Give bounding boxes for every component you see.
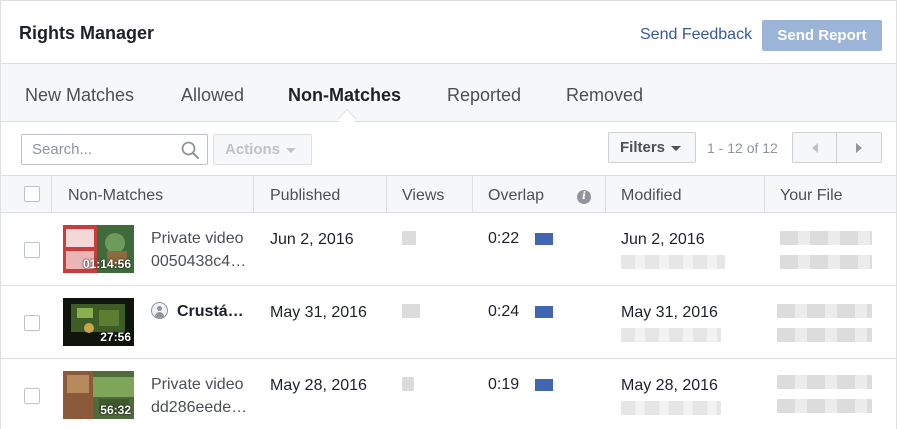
- column-header-your-file[interactable]: Your File: [780, 176, 843, 212]
- row-checkbox[interactable]: [24, 315, 40, 331]
- page-title: Rights Manager: [19, 23, 155, 43]
- modified-date: May 31, 2016: [621, 304, 718, 321]
- your-file-blurred: [780, 255, 872, 269]
- overlap-duration: 0:24: [488, 303, 520, 320]
- modified-by-blurred: [621, 328, 721, 342]
- table-header: Non-Matches Published Views Overlap i Mo…: [1, 175, 896, 213]
- views-count-blurred: [402, 377, 414, 391]
- views-count-blurred: [402, 304, 420, 318]
- select-all-checkbox[interactable]: [24, 186, 40, 202]
- your-file-blurred: [777, 375, 872, 389]
- published-date: May 31, 2016: [270, 304, 367, 321]
- search-input[interactable]: [22, 135, 172, 164]
- video-title[interactable]: Private video: [151, 230, 244, 248]
- actions-label: Actions: [225, 141, 281, 158]
- chevron-left-icon: [811, 142, 818, 153]
- overlap-bar: [535, 379, 553, 391]
- column-header-views[interactable]: Views: [402, 176, 444, 212]
- filters-dropdown[interactable]: Filters: [608, 132, 696, 163]
- rights-manager-panel: Rights Manager Send Feedback Send Report…: [0, 0, 897, 429]
- caret-down-icon: [671, 145, 682, 151]
- column-divider: [764, 176, 765, 212]
- your-file-blurred: [777, 304, 872, 318]
- video-thumbnail[interactable]: 56:32: [63, 371, 134, 419]
- toolbar: Actions Filters 1 - 12 of 12: [1, 123, 896, 175]
- search-box: [21, 134, 208, 165]
- column-divider: [386, 176, 387, 212]
- header: Rights Manager Send Feedback Send Report: [1, 1, 896, 64]
- tab-allowed[interactable]: Allowed: [181, 85, 244, 106]
- table-row[interactable]: 01:14:56 Private video 0050438c4… Jun 2,…: [1, 213, 896, 286]
- send-report-button[interactable]: Send Report: [762, 20, 882, 51]
- person-icon: [151, 302, 168, 319]
- tab-new-matches[interactable]: New Matches: [25, 85, 134, 106]
- filters-label: Filters: [620, 139, 666, 156]
- published-date: May 28, 2016: [270, 377, 367, 394]
- modified-by-blurred: [621, 255, 725, 269]
- column-divider: [472, 176, 473, 212]
- tab-bar: New Matches Allowed Non-Matches Reported…: [1, 64, 896, 129]
- your-file-blurred: [777, 399, 872, 413]
- video-title[interactable]: Private video: [151, 376, 244, 394]
- video-id: dd286eede…: [151, 399, 248, 416]
- send-feedback-link[interactable]: Send Feedback: [640, 26, 752, 44]
- row-checkbox[interactable]: [24, 388, 40, 404]
- pagination-count: 1 - 12 of 12: [707, 140, 778, 156]
- table-row[interactable]: 56:32 Private video dd286eede… May 28, 2…: [1, 359, 896, 429]
- column-divider: [253, 176, 254, 212]
- published-date: Jun 2, 2016: [270, 231, 354, 248]
- overlap-bar: [535, 233, 553, 245]
- modified-by-blurred: [621, 401, 721, 415]
- info-icon[interactable]: i: [577, 190, 591, 204]
- modified-date: May 28, 2016: [621, 377, 718, 394]
- your-file-blurred: [777, 328, 872, 342]
- column-header-published[interactable]: Published: [270, 176, 340, 212]
- row-checkbox[interactable]: [24, 242, 40, 258]
- video-title[interactable]: Crustá…: [177, 303, 244, 321]
- tab-removed[interactable]: Removed: [566, 85, 643, 106]
- column-header-overlap[interactable]: Overlap: [488, 176, 544, 212]
- caret-down-icon: [286, 147, 297, 153]
- search-icon[interactable]: [181, 141, 199, 159]
- tab-reported[interactable]: Reported: [447, 85, 521, 106]
- previous-page-button[interactable]: [793, 133, 837, 162]
- column-header-modified[interactable]: Modified: [621, 176, 681, 212]
- views-count-blurred: [402, 231, 416, 245]
- overlap-duration: 0:19: [488, 376, 520, 393]
- video-duration: 27:56: [100, 330, 131, 344]
- tab-non-matches[interactable]: Non-Matches: [288, 85, 401, 106]
- column-divider: [51, 176, 52, 212]
- table-row[interactable]: 27:56 Crustá… May 31, 2016 0:24 May 31, …: [1, 286, 896, 359]
- video-thumbnail[interactable]: 27:56: [63, 298, 134, 346]
- video-thumbnail[interactable]: 01:14:56: [63, 225, 134, 273]
- column-divider: [605, 176, 606, 212]
- column-header-non-matches[interactable]: Non-Matches: [68, 176, 163, 212]
- video-id: 0050438c4…: [151, 253, 247, 270]
- next-page-button[interactable]: [837, 133, 881, 162]
- overlap-duration: 0:22: [488, 230, 520, 247]
- chevron-right-icon: [856, 142, 862, 153]
- video-duration: 56:32: [100, 403, 131, 417]
- video-duration: 01:14:56: [82, 257, 131, 271]
- your-file-blurred: [780, 231, 872, 245]
- pagination-controls: [792, 132, 882, 163]
- modified-date: Jun 2, 2016: [621, 231, 705, 248]
- actions-dropdown[interactable]: Actions: [213, 134, 312, 165]
- overlap-bar: [535, 306, 553, 318]
